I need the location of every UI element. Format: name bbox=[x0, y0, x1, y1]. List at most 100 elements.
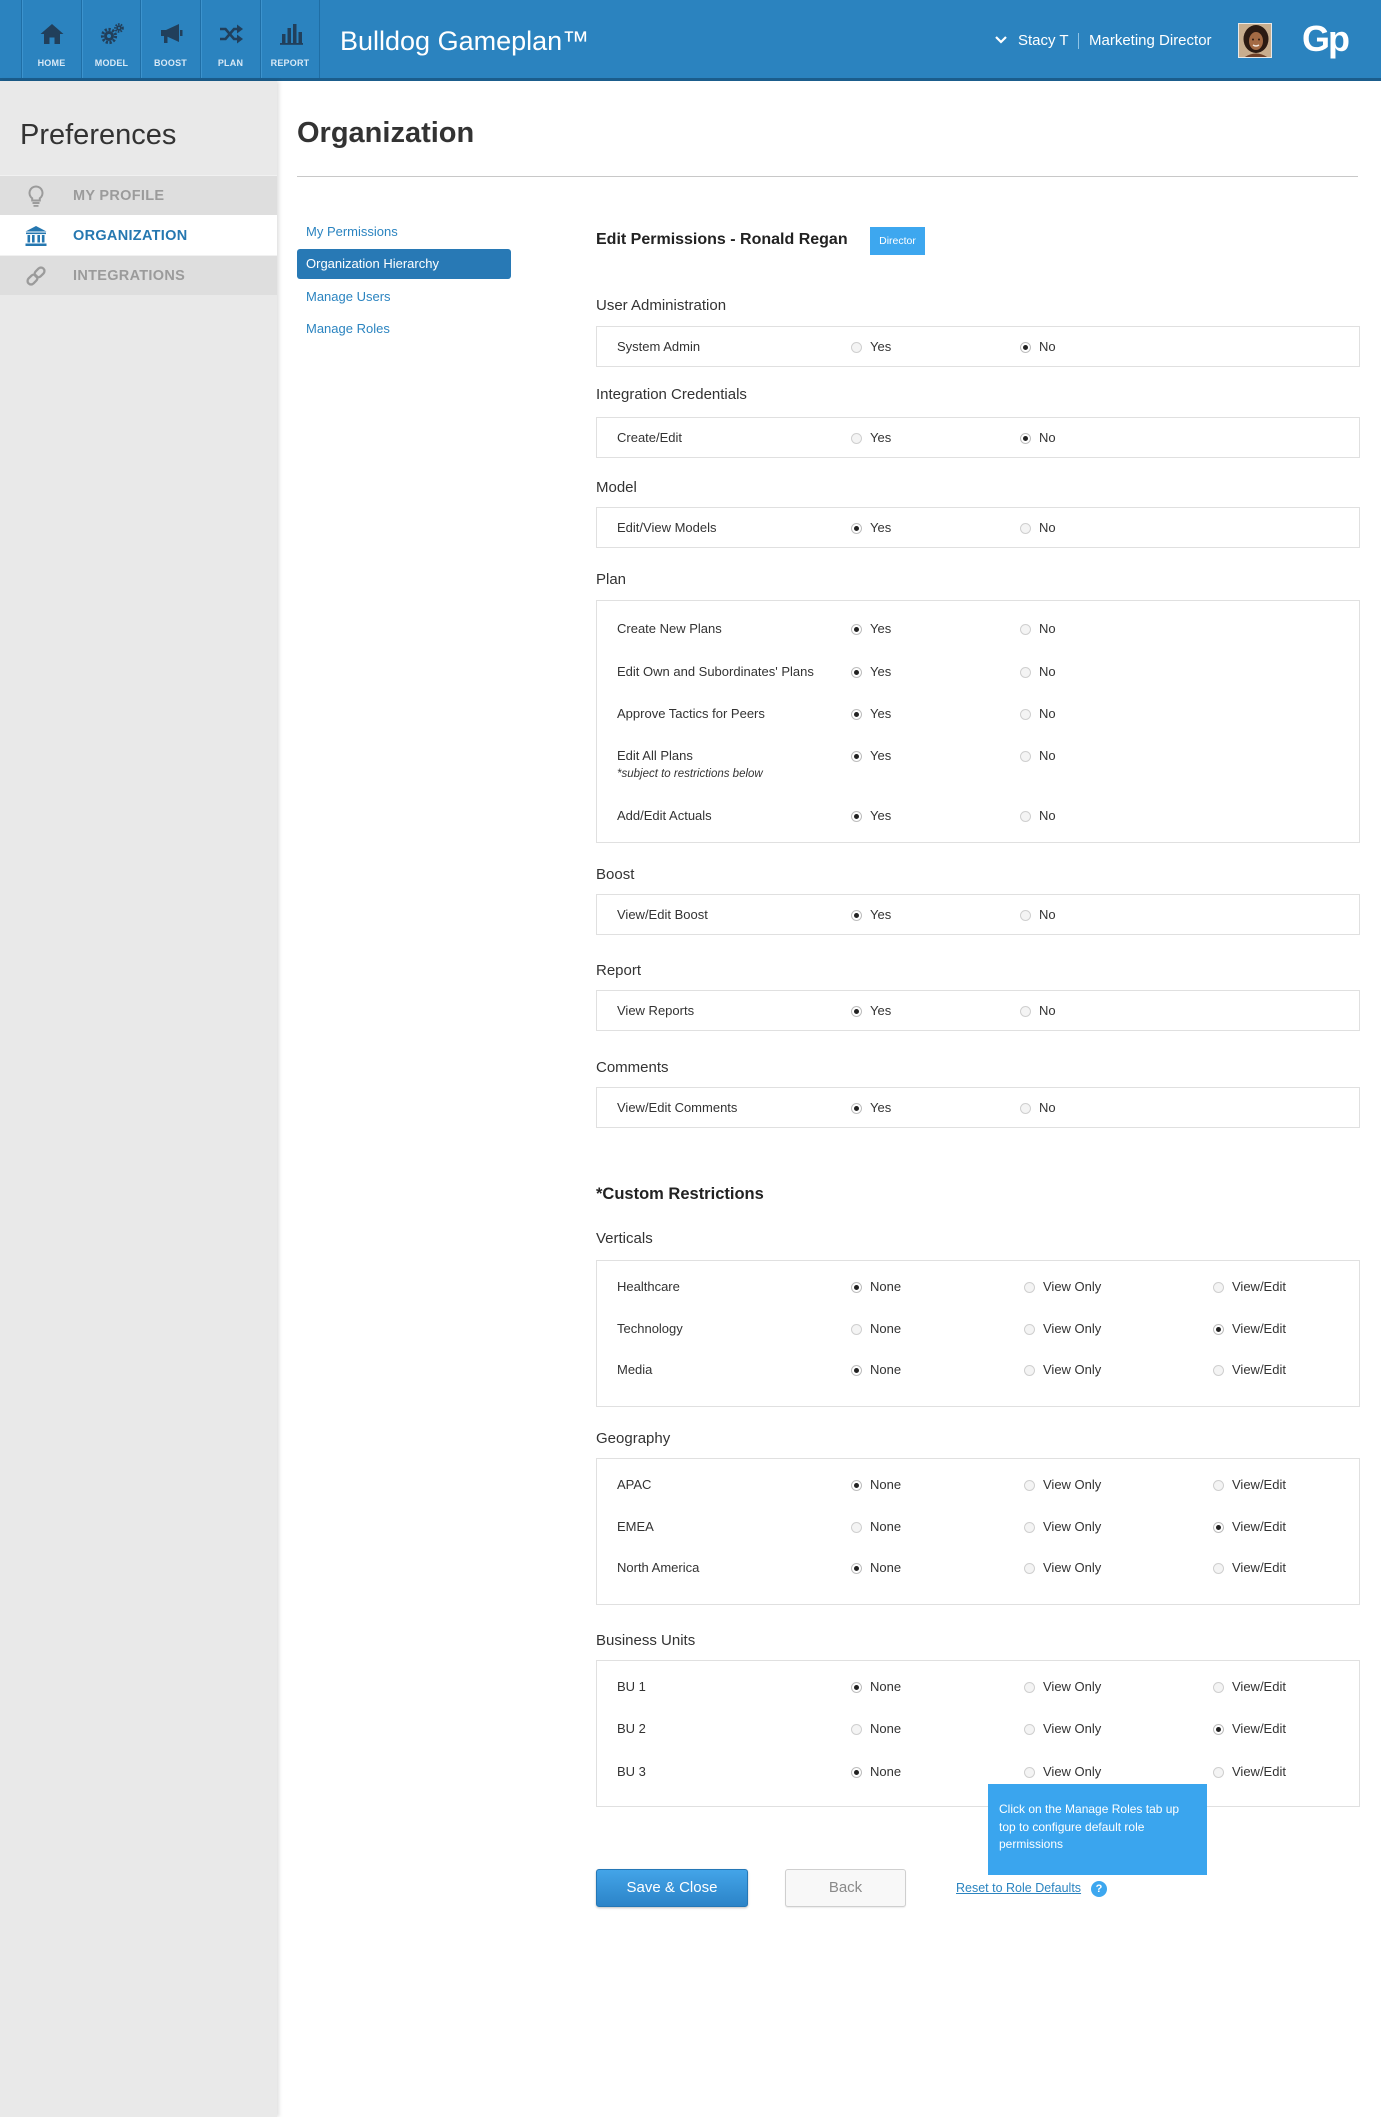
radio-none[interactable] bbox=[851, 1723, 862, 1735]
radio-no[interactable] bbox=[1020, 522, 1031, 534]
radio-view-only[interactable] bbox=[1024, 1723, 1035, 1735]
option-view-edit[interactable]: View/Edit bbox=[1213, 1677, 1286, 1697]
radio-view-edit[interactable] bbox=[1213, 1521, 1224, 1533]
radio-yes[interactable] bbox=[851, 909, 862, 921]
back-button[interactable]: Back bbox=[785, 1869, 906, 1907]
radio-view-edit[interactable] bbox=[1213, 1723, 1224, 1735]
option-view-edit[interactable]: View/Edit bbox=[1213, 1475, 1286, 1495]
option-view-edit[interactable]: View/Edit bbox=[1213, 1360, 1286, 1380]
radio-view-edit[interactable] bbox=[1213, 1479, 1224, 1491]
radio-view-edit[interactable] bbox=[1213, 1681, 1224, 1693]
option-none[interactable]: None bbox=[851, 1475, 901, 1495]
nav-report[interactable]: REPORT bbox=[260, 0, 320, 78]
option-view-only[interactable]: View Only bbox=[1024, 1719, 1101, 1739]
reset-role-defaults-link[interactable]: Reset to Role Defaults bbox=[956, 1879, 1081, 1897]
option-no[interactable]: No bbox=[1020, 1098, 1056, 1118]
radio-yes[interactable] bbox=[851, 522, 862, 534]
radio-none[interactable] bbox=[851, 1479, 862, 1491]
radio-no[interactable] bbox=[1020, 750, 1031, 762]
radio-no[interactable] bbox=[1020, 708, 1031, 720]
radio-yes[interactable] bbox=[851, 708, 862, 720]
sidebar-item-organization[interactable]: ORGANIZATION bbox=[0, 215, 277, 255]
option-view-only[interactable]: View Only bbox=[1024, 1319, 1101, 1339]
radio-yes[interactable] bbox=[851, 1005, 862, 1017]
radio-none[interactable] bbox=[851, 1681, 862, 1693]
radio-yes[interactable] bbox=[851, 1102, 862, 1114]
sidebar-item-integrations[interactable]: INTEGRATIONS bbox=[0, 255, 277, 295]
radio-no[interactable] bbox=[1020, 1005, 1031, 1017]
option-view-only[interactable]: View Only bbox=[1024, 1558, 1101, 1578]
radio-view-edit[interactable] bbox=[1213, 1766, 1224, 1778]
option-view-only[interactable]: View Only bbox=[1024, 1360, 1101, 1380]
radio-no[interactable] bbox=[1020, 1102, 1031, 1114]
option-no[interactable]: No bbox=[1020, 806, 1056, 826]
option-no[interactable]: No bbox=[1020, 619, 1056, 639]
option-yes[interactable]: Yes bbox=[851, 704, 891, 724]
option-no[interactable]: No bbox=[1020, 746, 1056, 766]
radio-view-only[interactable] bbox=[1024, 1281, 1035, 1293]
radio-view-only[interactable] bbox=[1024, 1681, 1035, 1693]
option-none[interactable]: None bbox=[851, 1319, 901, 1339]
option-view-edit[interactable]: View/Edit bbox=[1213, 1719, 1286, 1739]
radio-none[interactable] bbox=[851, 1562, 862, 1574]
option-none[interactable]: None bbox=[851, 1558, 901, 1578]
option-yes[interactable]: Yes bbox=[851, 619, 891, 639]
option-view-edit[interactable]: View/Edit bbox=[1213, 1517, 1286, 1537]
option-yes[interactable]: Yes bbox=[851, 337, 891, 357]
option-view-edit[interactable]: View/Edit bbox=[1213, 1558, 1286, 1578]
subnav-manage-roles[interactable]: Manage Roles bbox=[297, 314, 511, 344]
option-view-only[interactable]: View Only bbox=[1024, 1762, 1101, 1782]
option-yes[interactable]: Yes bbox=[851, 746, 891, 766]
save-close-button[interactable]: Save & Close bbox=[596, 1869, 748, 1907]
radio-yes[interactable] bbox=[851, 750, 862, 762]
option-none[interactable]: None bbox=[851, 1719, 901, 1739]
option-none[interactable]: None bbox=[851, 1360, 901, 1380]
radio-yes[interactable] bbox=[851, 666, 862, 678]
radio-none[interactable] bbox=[851, 1323, 862, 1335]
option-view-edit[interactable]: View/Edit bbox=[1213, 1277, 1286, 1297]
option-no[interactable]: No bbox=[1020, 704, 1056, 724]
option-view-only[interactable]: View Only bbox=[1024, 1277, 1101, 1297]
subnav-organization-hierarchy[interactable]: Organization Hierarchy bbox=[297, 249, 511, 279]
user-name[interactable]: Stacy T bbox=[1018, 31, 1069, 51]
radio-view-edit[interactable] bbox=[1213, 1281, 1224, 1293]
option-no[interactable]: No bbox=[1020, 518, 1056, 538]
option-view-edit[interactable]: View/Edit bbox=[1213, 1762, 1286, 1782]
option-yes[interactable]: Yes bbox=[851, 1098, 891, 1118]
nav-model[interactable]: MODEL bbox=[81, 0, 141, 78]
radio-yes[interactable] bbox=[851, 341, 862, 353]
radio-view-only[interactable] bbox=[1024, 1364, 1035, 1376]
radio-view-only[interactable] bbox=[1024, 1479, 1035, 1491]
radio-none[interactable] bbox=[851, 1364, 862, 1376]
option-yes[interactable]: Yes bbox=[851, 428, 891, 448]
sidebar-item-my-profile[interactable]: MY PROFILE bbox=[0, 175, 277, 215]
option-none[interactable]: None bbox=[851, 1517, 901, 1537]
radio-no[interactable] bbox=[1020, 666, 1031, 678]
radio-no[interactable] bbox=[1020, 909, 1031, 921]
radio-view-only[interactable] bbox=[1024, 1323, 1035, 1335]
option-none[interactable]: None bbox=[851, 1277, 901, 1297]
option-yes[interactable]: Yes bbox=[851, 1001, 891, 1021]
nav-plan[interactable]: PLAN bbox=[200, 0, 260, 78]
subnav-my-permissions[interactable]: My Permissions bbox=[297, 217, 511, 247]
radio-no[interactable] bbox=[1020, 432, 1031, 444]
radio-no[interactable] bbox=[1020, 341, 1031, 353]
option-view-only[interactable]: View Only bbox=[1024, 1475, 1101, 1495]
radio-none[interactable] bbox=[851, 1521, 862, 1533]
radio-none[interactable] bbox=[851, 1766, 862, 1778]
option-yes[interactable]: Yes bbox=[851, 905, 891, 925]
option-yes[interactable]: Yes bbox=[851, 806, 891, 826]
avatar[interactable] bbox=[1238, 23, 1272, 58]
option-no[interactable]: No bbox=[1020, 905, 1056, 925]
option-none[interactable]: None bbox=[851, 1762, 901, 1782]
radio-view-only[interactable] bbox=[1024, 1521, 1035, 1533]
radio-view-edit[interactable] bbox=[1213, 1323, 1224, 1335]
radio-no[interactable] bbox=[1020, 623, 1031, 635]
option-yes[interactable]: Yes bbox=[851, 518, 891, 538]
option-no[interactable]: No bbox=[1020, 662, 1056, 682]
option-none[interactable]: None bbox=[851, 1677, 901, 1697]
option-view-only[interactable]: View Only bbox=[1024, 1677, 1101, 1697]
nav-boost[interactable]: BOOST bbox=[140, 0, 200, 78]
radio-yes[interactable] bbox=[851, 810, 862, 822]
nav-home[interactable]: HOME bbox=[21, 0, 81, 78]
